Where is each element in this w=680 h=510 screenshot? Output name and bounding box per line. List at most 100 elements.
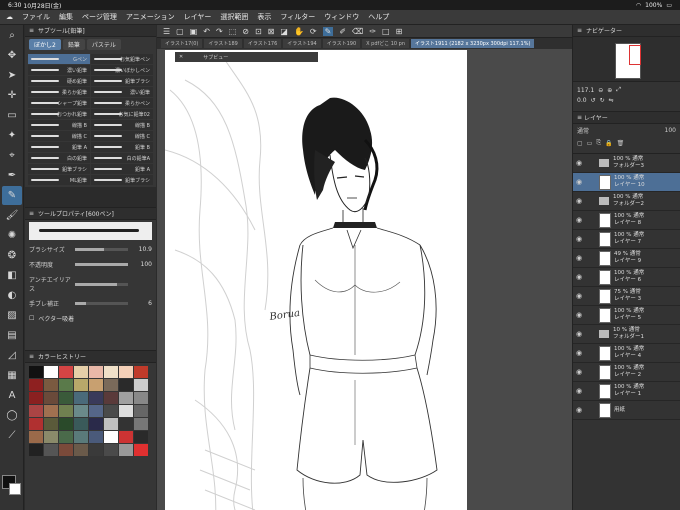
color-swatch[interactable] bbox=[89, 405, 103, 417]
zoom-in-icon[interactable]: ⊕ bbox=[607, 87, 612, 94]
vector-row[interactable]: ☐ ベクター吸着 bbox=[25, 311, 156, 326]
move-tool-icon[interactable]: ✥ bbox=[2, 46, 22, 65]
color-swatch[interactable] bbox=[89, 366, 103, 378]
color-swatch[interactable] bbox=[104, 418, 118, 430]
pencil-icon[interactable]: ✎ bbox=[322, 26, 334, 36]
color-swatch[interactable] bbox=[89, 444, 103, 456]
layer-folder-row[interactable]: ◉ 10 % 通常 フォルダー1 bbox=[573, 325, 680, 344]
color-swatch[interactable] bbox=[74, 392, 88, 404]
auto-select-tool-icon[interactable]: ✦ bbox=[2, 126, 22, 145]
figure-tool-icon[interactable]: ◿ bbox=[2, 346, 22, 365]
eye-icon[interactable]: ◉ bbox=[573, 330, 585, 338]
layer-row[interactable]: ◉ 100 % 通常 レイヤー 2 bbox=[573, 363, 680, 382]
color-swatch[interactable] bbox=[59, 379, 73, 391]
zoom-tool-icon[interactable]: ⌕ bbox=[2, 26, 22, 45]
hand-icon[interactable]: ✋ bbox=[294, 27, 304, 36]
menu-selection[interactable]: 選択範囲 bbox=[220, 12, 248, 22]
property-slider[interactable] bbox=[75, 248, 128, 251]
layer-row[interactable]: ◉ 100 % 通常 レイヤー 4 bbox=[573, 344, 680, 363]
rotate-right-icon[interactable]: ↻ bbox=[600, 97, 605, 104]
color-swatch[interactable] bbox=[29, 379, 43, 391]
layer-folder-row[interactable]: ◉ 100 % 通常 フォルダー3 bbox=[573, 154, 680, 173]
canvas-tab[interactable]: イラスト1911 (2182 x 3230px 300dpi 117.1%) bbox=[411, 39, 535, 48]
color-swatch[interactable] bbox=[59, 444, 73, 456]
eye-icon[interactable]: ◉ bbox=[573, 159, 585, 167]
layer-row[interactable]: ◉ 100 % 通常 レイヤー 10 bbox=[573, 173, 680, 192]
new-folder-icon[interactable]: ▭ bbox=[587, 140, 593, 147]
color-swatch[interactable] bbox=[104, 444, 118, 456]
layer-opacity-value[interactable]: 100 bbox=[665, 127, 676, 134]
property-slider[interactable] bbox=[75, 302, 128, 305]
eye-icon[interactable]: ◉ bbox=[573, 349, 585, 357]
brush-item[interactable]: 濃い鉛筆 bbox=[91, 87, 153, 97]
pen-icon[interactable]: ✑ bbox=[369, 27, 376, 36]
color-swatch[interactable] bbox=[89, 379, 103, 391]
color-swatch[interactable] bbox=[74, 366, 88, 378]
eye-icon[interactable]: ◉ bbox=[573, 368, 585, 376]
property-value[interactable]: 6 bbox=[132, 300, 152, 307]
color-swatch[interactable] bbox=[74, 418, 88, 430]
color-swatch[interactable] bbox=[59, 418, 73, 430]
color-swatch[interactable] bbox=[104, 405, 118, 417]
eye-icon[interactable]: ◉ bbox=[573, 292, 585, 300]
brush-tool-icon[interactable]: 🖌 bbox=[2, 206, 22, 225]
color-swatch[interactable] bbox=[134, 392, 148, 404]
color-swatch[interactable] bbox=[44, 379, 58, 391]
menu-window[interactable]: ウィンドウ bbox=[324, 12, 359, 22]
color-swatch[interactable] bbox=[119, 366, 133, 378]
brush-item[interactable]: 鉛筆ブラシ bbox=[91, 175, 153, 185]
color-swatch[interactable] bbox=[119, 418, 133, 430]
brush-item[interactable]: 白の鉛筆A bbox=[91, 153, 153, 163]
flip-icon[interactable]: ⇋ bbox=[609, 97, 614, 104]
pen-tool-icon[interactable]: ✒ bbox=[2, 166, 22, 185]
color-swatch[interactable] bbox=[74, 405, 88, 417]
eyedropper-tool-icon[interactable]: ⌖ bbox=[2, 146, 22, 165]
transform-icon[interactable]: ⬚ bbox=[229, 27, 237, 36]
brush-item[interactable]: 濃いぼかしペン bbox=[91, 65, 153, 75]
canvas-tab[interactable]: X pdfどこ 10 pn bbox=[362, 39, 410, 48]
delete-layer-icon[interactable]: 🗑 bbox=[617, 140, 625, 147]
square-icon[interactable]: □ bbox=[382, 27, 390, 36]
eye-icon[interactable]: ◉ bbox=[573, 216, 585, 224]
gradient-tool-icon[interactable]: ▤ bbox=[2, 326, 22, 345]
property-slider[interactable] bbox=[75, 263, 128, 266]
color-swatch[interactable] bbox=[44, 392, 58, 404]
color-swatch[interactable] bbox=[44, 431, 58, 443]
menu-layer[interactable]: レイヤー bbox=[184, 12, 212, 22]
color-swatch[interactable] bbox=[104, 379, 118, 391]
frame-tool-icon[interactable]: ▦ bbox=[2, 366, 22, 385]
navigator-view-frame[interactable] bbox=[629, 45, 641, 65]
color-swatch[interactable] bbox=[134, 379, 148, 391]
grid-icon[interactable]: ⊞ bbox=[396, 27, 403, 36]
balloon-tool-icon[interactable]: ◯ bbox=[2, 406, 22, 425]
color-swatch[interactable] bbox=[89, 431, 103, 443]
redo-icon[interactable]: ↷ bbox=[216, 27, 223, 36]
brush-item[interactable]: 線描 B bbox=[91, 120, 153, 130]
color-swatch[interactable] bbox=[104, 366, 118, 378]
color-swatch[interactable] bbox=[29, 405, 43, 417]
color-swatch[interactable] bbox=[134, 431, 148, 443]
brush-item[interactable]: 鉛筆 A bbox=[28, 142, 90, 152]
layer-row[interactable]: ◉ 49 % 通常 レイヤー 9 bbox=[573, 249, 680, 268]
new-layer-icon[interactable]: ▢ bbox=[577, 140, 583, 147]
brush-item[interactable]: 鉛筆ブラシ bbox=[28, 164, 90, 174]
eraser-icon[interactable]: ⌫ bbox=[352, 27, 363, 36]
color-swatch[interactable] bbox=[119, 431, 133, 443]
decoration-tool-icon[interactable]: ❂ bbox=[2, 246, 22, 265]
crop-icon[interactable]: ⊡ bbox=[255, 27, 262, 36]
color-swatch[interactable] bbox=[119, 379, 133, 391]
undo-icon[interactable]: ↶ bbox=[203, 27, 210, 36]
color-swatch[interactable] bbox=[59, 366, 73, 378]
canvas-tab[interactable]: イラスト189 bbox=[204, 39, 242, 48]
deselect-icon[interactable]: ⊘ bbox=[242, 27, 249, 36]
menu-page[interactable]: ページ管理 bbox=[82, 12, 117, 22]
color-swatch[interactable] bbox=[44, 418, 58, 430]
color-swatch[interactable] bbox=[134, 366, 148, 378]
brush-item[interactable]: 鉛筆ブラシ bbox=[91, 76, 153, 86]
brush-item[interactable]: シャープ鉛筆 bbox=[28, 98, 90, 108]
brush-item[interactable]: 線描 B bbox=[28, 120, 90, 130]
color-swatch[interactable] bbox=[89, 418, 103, 430]
menu-animation[interactable]: アニメーション bbox=[126, 12, 175, 22]
eye-icon[interactable]: ◉ bbox=[573, 311, 585, 319]
color-swatch[interactable] bbox=[119, 392, 133, 404]
